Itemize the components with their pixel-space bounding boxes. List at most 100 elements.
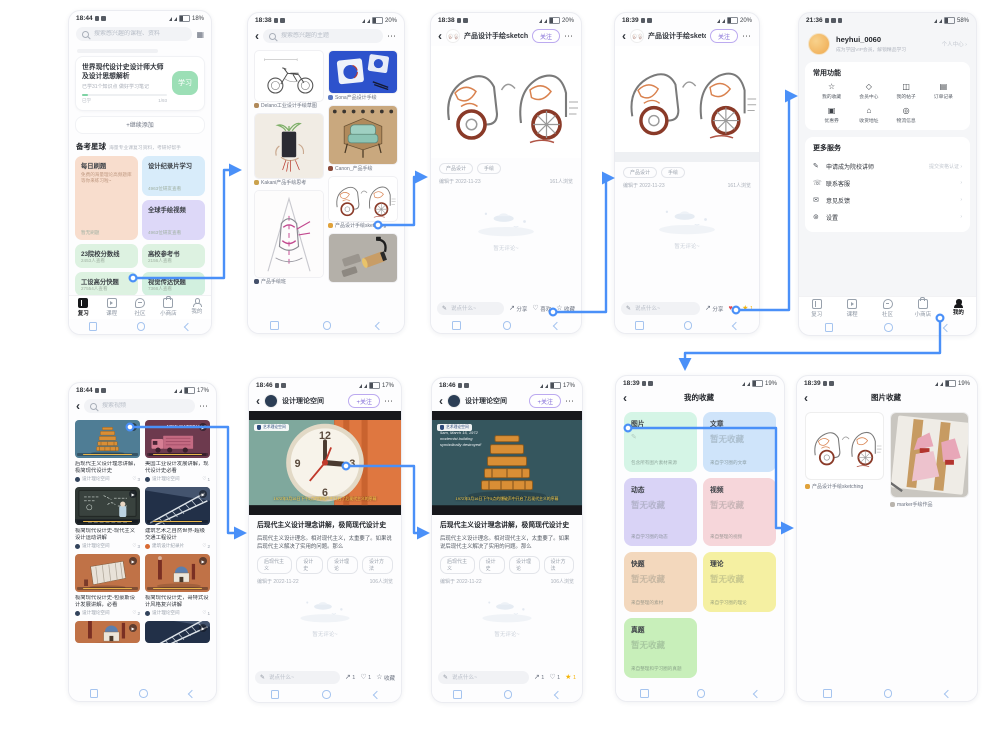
- avatar[interactable]: [808, 33, 830, 55]
- comment-input[interactable]: [267, 674, 335, 682]
- more-button[interactable]: ⋯: [742, 31, 752, 42]
- collected-image-card[interactable]: marker手绘作品: [890, 412, 969, 508]
- search-input[interactable]: [279, 32, 377, 40]
- tab-shop[interactable]: 小商店: [905, 297, 940, 320]
- back-icon[interactable]: [553, 321, 561, 329]
- home-icon[interactable]: [139, 689, 148, 698]
- pin-card[interactable]: [328, 233, 398, 283]
- tag[interactable]: 设计史: [479, 556, 505, 574]
- quick-coupons[interactable]: ▣优惠券: [813, 107, 850, 124]
- study-button[interactable]: 学习: [172, 71, 198, 95]
- recents-icon[interactable]: [270, 321, 279, 330]
- video-card-architecture[interactable]: ▶ 建筑艺术之自然世界-超级交通工程设计 建筑设计纪录片 ♡2: [145, 487, 210, 549]
- tab-profile-active[interactable]: 我的: [941, 297, 976, 320]
- home-icon[interactable]: [504, 690, 513, 699]
- video-card-partial[interactable]: ▶: [145, 621, 210, 643]
- card-reference-books[interactable]: 高校参考书 2156人查看: [142, 244, 205, 268]
- follow-button[interactable]: 关注: [710, 29, 738, 43]
- home-icon[interactable]: [884, 323, 893, 332]
- home-icon[interactable]: [684, 321, 693, 330]
- channel-avatar[interactable]: [264, 394, 278, 408]
- like-button[interactable]: ♡喜欢: [532, 305, 551, 313]
- quick-member-center[interactable]: ◇会员中心: [850, 83, 887, 100]
- comment-input[interactable]: [449, 305, 499, 313]
- like-count[interactable]: ♡1: [202, 476, 210, 482]
- tab-review[interactable]: 复习: [799, 297, 834, 320]
- channel-avatar[interactable]: [447, 394, 461, 408]
- like-count[interactable]: ♡3: [132, 476, 140, 482]
- tag[interactable]: 设计理论: [509, 556, 540, 574]
- pin-card[interactable]: Canon_产品手绘: [328, 105, 398, 172]
- pin-card[interactable]: 产品手绘班: [254, 190, 324, 285]
- tab-profile[interactable]: 我的: [183, 296, 211, 319]
- tag[interactable]: 手绘: [477, 163, 501, 174]
- collection-theory[interactable]: 理论 暂无收藏 来自学习圈的理论: [703, 552, 776, 612]
- share-button[interactable]: ↗分享: [509, 305, 527, 313]
- collection-sketches[interactable]: 快题 暂无收藏 来自整理的素材: [624, 552, 697, 612]
- like-count[interactable]: ♡2: [202, 543, 210, 549]
- video-card-bauhaus[interactable]: ▶ 极简现代设计史-包豪斯设计发展讲解，必看 设计理论空间 ♡2: [75, 554, 140, 616]
- author-avatar[interactable]: [630, 29, 644, 43]
- tab-courses[interactable]: 课程: [834, 297, 869, 320]
- back-icon[interactable]: [184, 322, 192, 330]
- service-feedback[interactable]: ✉意见反馈›: [813, 192, 962, 209]
- recents-icon[interactable]: [90, 689, 99, 698]
- search-bar[interactable]: [76, 27, 192, 41]
- author-avatar[interactable]: [446, 29, 460, 43]
- comment-box[interactable]: ✎: [621, 302, 700, 315]
- add-course-button[interactable]: +继续添加: [75, 116, 205, 134]
- calendar-icon[interactable]: ▦: [196, 30, 204, 39]
- quick-orders[interactable]: ▤订单记录: [925, 83, 962, 100]
- video-card-us-industrial[interactable]: NEW MATERIALS ▶ 美国工业设计发展讲解，现代设计史必看 设计理论空…: [145, 420, 210, 482]
- tab-community[interactable]: 社区: [126, 296, 154, 319]
- tab-courses[interactable]: 课程: [97, 296, 125, 319]
- follow-button[interactable]: +关注: [529, 394, 561, 408]
- collect-button[interactable]: ☆收藏: [376, 674, 395, 682]
- pin-card[interactable]: Delano工业设计手绘草图: [254, 50, 324, 109]
- recents-icon[interactable]: [825, 323, 834, 332]
- more-button[interactable]: ⋯: [199, 401, 209, 412]
- recents-icon[interactable]: [89, 322, 98, 331]
- share-button[interactable]: ↗1: [345, 674, 355, 681]
- back-button[interactable]: ‹: [439, 396, 443, 406]
- more-button[interactable]: ⋯: [384, 396, 394, 407]
- pin-card[interactable]: Sona产品设计手绘: [328, 50, 398, 101]
- video-card-gothic[interactable]: ▶ 极简现代设计史，哥特式设计风格复兴讲解 设计理论空间 ♡1: [145, 554, 210, 616]
- collection-articles[interactable]: 文章 暂无收藏 来自学习圈的文章: [703, 412, 776, 472]
- recents-icon[interactable]: [635, 321, 644, 330]
- tab-review[interactable]: 复习: [69, 296, 97, 319]
- comment-box[interactable]: ✎: [255, 671, 340, 684]
- card-sketch-video[interactable]: 全球手绘视频 4963位研友查看: [142, 200, 205, 240]
- collection-moments[interactable]: 动态 暂无收藏 来自学习圈的动态: [624, 478, 697, 546]
- card-visual-comm[interactable]: 视觉传达快题 7366人查看: [142, 272, 205, 296]
- video-player[interactable]: 艺术理论空间 5am, March 16, 1972 modernist bui…: [432, 411, 582, 515]
- home-icon[interactable]: [503, 321, 512, 330]
- more-button[interactable]: ⋯: [564, 31, 574, 42]
- like-count[interactable]: ♡2: [132, 610, 140, 616]
- like-button[interactable]: ♡1: [549, 674, 560, 681]
- back-icon[interactable]: [372, 690, 380, 698]
- back-icon[interactable]: [944, 689, 952, 697]
- follow-button[interactable]: +关注: [348, 394, 380, 408]
- tag[interactable]: 产品设计: [439, 163, 473, 174]
- back-icon[interactable]: [753, 689, 761, 697]
- card-documentary[interactable]: 设计纪录片学习 4963位研友查看: [142, 156, 205, 196]
- video-player[interactable]: 艺术理论空间 1972年3月16日下午5点的爆破声中开启了后现代主义的序幕: [249, 411, 401, 515]
- home-icon[interactable]: [697, 689, 706, 698]
- more-button[interactable]: ⋯: [387, 31, 397, 42]
- pin-card-sketching[interactable]: 产品设计手绘sketching: [328, 176, 398, 229]
- follow-button[interactable]: 关注: [532, 29, 560, 43]
- collection-exams[interactable]: 真题 暂无收藏 来自整理和学习圈的真题: [624, 618, 697, 678]
- search-input[interactable]: [92, 30, 186, 38]
- quick-my-posts[interactable]: ◫我的帖子: [888, 83, 925, 100]
- recents-icon[interactable]: [823, 689, 832, 698]
- tab-community[interactable]: 社区: [870, 297, 905, 320]
- collect-button-active[interactable]: ★1: [565, 674, 576, 681]
- recents-icon[interactable]: [453, 690, 462, 699]
- like-button-active[interactable]: ♥1: [728, 305, 737, 312]
- tab-shop[interactable]: 小商店: [154, 296, 182, 319]
- share-button[interactable]: ↗1: [534, 674, 544, 681]
- quick-my-favorites[interactable]: ☆我的收藏: [813, 83, 850, 100]
- more-button[interactable]: ⋯: [565, 396, 575, 407]
- search-bar[interactable]: [84, 399, 195, 413]
